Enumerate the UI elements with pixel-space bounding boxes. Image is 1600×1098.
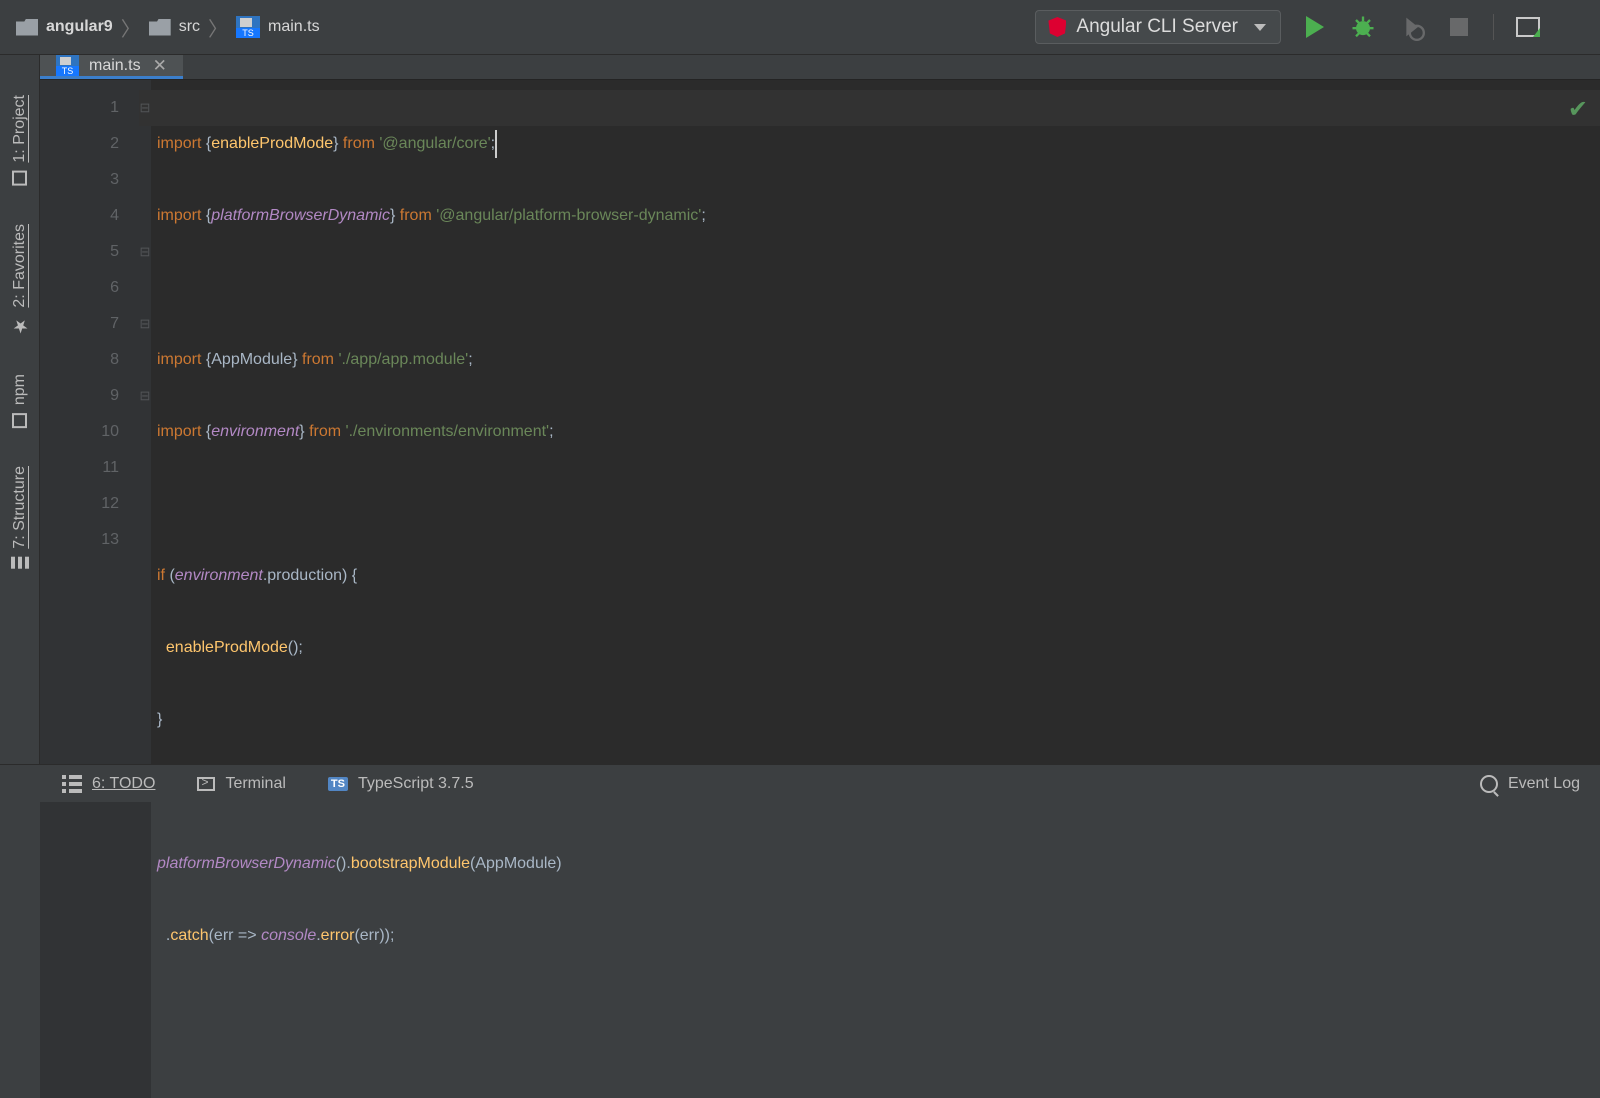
play-icon (1306, 16, 1324, 38)
line-number[interactable]: 6 (40, 270, 119, 306)
line-number[interactable]: 13 (40, 522, 119, 558)
run-configuration-label: Angular CLI Server (1076, 16, 1238, 38)
tab-label: main.ts (89, 57, 141, 75)
tool-label: 7: Structure (11, 466, 28, 549)
breadcrumb-label: angular9 (46, 18, 113, 36)
line-number[interactable]: 10 (40, 414, 119, 450)
debug-button[interactable] (1349, 13, 1377, 41)
tool-label: 1: Project (11, 95, 28, 163)
search-everywhere-button[interactable] (1562, 13, 1590, 41)
chevron-right-icon: 〉 (121, 13, 141, 42)
line-number-gutter[interactable]: 12345678910111213 (40, 80, 139, 1098)
bug-icon (1349, 13, 1377, 41)
typescript-icon: TS (328, 777, 348, 791)
line-number[interactable]: 7 (40, 306, 119, 342)
code-area[interactable]: import {enableProdMode} from '@angular/c… (151, 80, 1600, 1098)
separator (1493, 14, 1494, 40)
breadcrumb-label: main.ts (268, 18, 320, 36)
tool-window-bar-left: 1: Project ★ 2: Favorites npm 7: Structu… (0, 55, 40, 764)
chevron-down-icon (1254, 24, 1266, 31)
terminal-icon (197, 777, 215, 791)
terminal-tool-window-button[interactable]: Terminal (197, 775, 285, 793)
tool-label: npm (11, 374, 29, 405)
typescript-file-icon (236, 16, 260, 38)
line-number[interactable]: 3 (40, 162, 119, 198)
line-number[interactable]: 1 (40, 90, 119, 126)
nav-right-tools: Angular CLI Server (1035, 10, 1590, 44)
close-tab-icon[interactable]: ✕ (153, 56, 167, 76)
inspection-ok-icon[interactable]: ✔ (1568, 92, 1588, 128)
todo-tool-window-button[interactable]: 6: TODO (62, 775, 155, 793)
chevron-right-icon: 〉 (208, 13, 228, 42)
breadcrumb: angular9 〉 src 〉 main.ts (14, 12, 322, 42)
run-button[interactable] (1301, 13, 1329, 41)
folder-icon (16, 19, 38, 36)
line-number[interactable]: 12 (40, 486, 119, 522)
project-icon (12, 171, 27, 186)
breadcrumb-label: src (179, 18, 200, 36)
run-with-coverage-button[interactable] (1397, 13, 1425, 41)
folder-icon (149, 19, 171, 36)
coverage-icon (1397, 13, 1425, 41)
angular-icon (1048, 17, 1066, 37)
navigation-bar: angular9 〉 src 〉 main.ts Angular CLI Ser… (0, 0, 1600, 55)
status-label: Terminal (225, 775, 285, 793)
typescript-widget[interactable]: TS TypeScript 3.7.5 (328, 775, 474, 793)
code-editor[interactable]: ✔ 12345678910111213 ⊟⊟ ⊟⊟ import {enable… (40, 80, 1600, 1098)
search-icon (1562, 13, 1590, 41)
star-icon: ★ (9, 315, 31, 336)
editor-tabs: main.ts ✕ (40, 55, 1600, 80)
fold-gutter[interactable]: ⊟⊟ ⊟⊟ (139, 80, 151, 1098)
tool-label: 2: Favorites (11, 224, 28, 308)
line-number[interactable]: 8 (40, 342, 119, 378)
todo-icon (62, 775, 82, 793)
line-number[interactable]: 5 (40, 234, 119, 270)
structure-icon (11, 557, 29, 569)
line-number[interactable]: 9 (40, 378, 119, 414)
structure-tool-window-button[interactable]: 7: Structure (11, 466, 29, 569)
breadcrumb-project[interactable]: angular9 (14, 14, 115, 40)
typescript-file-icon (56, 55, 79, 76)
terminal-run-icon (1516, 17, 1540, 37)
status-label: 6: TODO (92, 775, 155, 792)
status-bar: 6: TODO Terminal TS TypeScript 3.7.5 Eve… (0, 764, 1600, 802)
status-label: Event Log (1508, 775, 1580, 793)
editor-tab-main-ts[interactable]: main.ts ✕ (40, 55, 183, 79)
favorites-tool-window-button[interactable]: ★ 2: Favorites (9, 224, 31, 337)
breadcrumb-folder[interactable]: src (147, 14, 202, 40)
event-log-button[interactable]: Event Log (1480, 775, 1580, 793)
npm-tool-window-button[interactable]: npm (11, 374, 29, 428)
run-configuration-selector[interactable]: Angular CLI Server (1035, 10, 1281, 44)
line-number[interactable]: 2 (40, 126, 119, 162)
status-label: TypeScript 3.7.5 (358, 775, 474, 793)
editor-workspace: main.ts ✕ ✔ 12345678910111213 ⊟⊟ ⊟⊟ impo… (40, 55, 1600, 764)
line-number[interactable]: 11 (40, 450, 119, 486)
event-log-icon (1480, 775, 1498, 793)
breadcrumb-file[interactable]: main.ts (234, 12, 322, 42)
project-tool-window-button[interactable]: 1: Project (11, 95, 29, 186)
stop-button[interactable] (1445, 13, 1473, 41)
stop-icon (1450, 18, 1468, 36)
line-number[interactable]: 4 (40, 198, 119, 234)
npm-icon (12, 413, 27, 428)
run-anything-button[interactable] (1514, 13, 1542, 41)
